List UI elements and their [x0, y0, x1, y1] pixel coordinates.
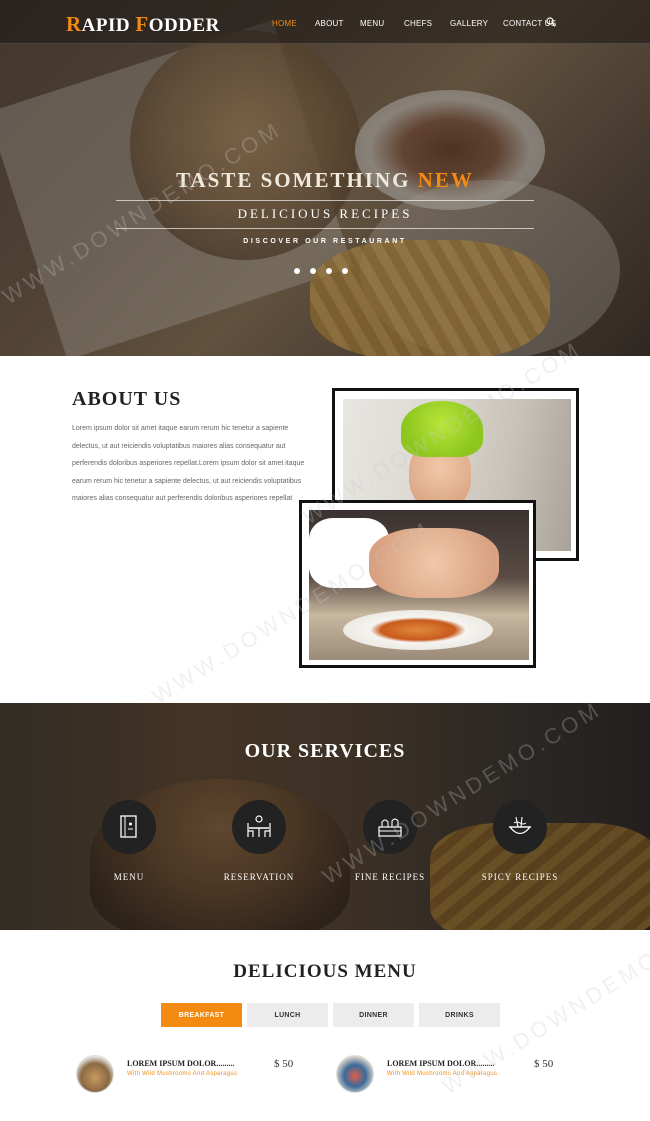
site-logo[interactable]: RAPID FODDER	[66, 12, 220, 37]
plating-photo	[309, 510, 529, 660]
nav-gallery[interactable]: GALLERY	[450, 19, 488, 28]
noodle-bowl-icon	[508, 816, 532, 835]
tab-dinner[interactable]: DINNER	[333, 1003, 414, 1027]
slider-dot[interactable]	[294, 268, 300, 274]
chef-hands	[369, 528, 499, 598]
nav-about[interactable]: ABOUT	[315, 19, 344, 28]
service-label: FINE RECIPES	[354, 872, 426, 882]
service-label: SPICY RECIPES	[481, 872, 559, 882]
reservation-table-icon	[247, 815, 271, 837]
hero-tagline: DISCOVER OUR RESTAURANT	[243, 238, 407, 245]
menu-item[interactable]: LOREM IPSUM DOLOR......... With Wild Mus…	[336, 1053, 566, 1097]
menu-title: DELICIOUS MENU	[233, 961, 417, 982]
search-icon[interactable]	[546, 17, 556, 27]
tab-lunch[interactable]: LUNCH	[247, 1003, 328, 1027]
service-fine-recipes[interactable]: FINE RECIPES	[340, 800, 440, 882]
slider-dot[interactable]	[310, 268, 316, 274]
dish-price: $ 50	[534, 1058, 554, 1070]
tab-breakfast[interactable]: BREAKFAST	[161, 1003, 242, 1027]
menu-tabs: BREAKFAST LUNCH DINNER DRINKS	[161, 1003, 500, 1027]
service-icon-circle	[232, 800, 286, 854]
about-line: maiores alias consequatur aut perferendi…	[72, 495, 293, 502]
slider-dot[interactable]	[326, 268, 332, 274]
service-spicy-recipes[interactable]: SPICY RECIPES	[470, 800, 570, 882]
service-icon-circle	[102, 800, 156, 854]
hero-title-main: TASTE SOMETHING	[176, 168, 418, 192]
hero-title: TASTE SOMETHING NEW	[0, 168, 650, 193]
hero-title-accent: NEW	[417, 168, 474, 192]
service-label: RESERVATION	[223, 872, 295, 882]
hero-divider-top	[116, 200, 534, 201]
about-line: Lorem ipsum dolor sit amet itaque earum …	[72, 425, 289, 432]
logo-word-fodder: ODDER	[148, 15, 220, 36]
dish-description: With Wild Mushrooms And Asparagus	[387, 1071, 498, 1077]
services-section: OUR SERVICES MENU RESERVATION FINE RECIP…	[0, 703, 650, 930]
hero-divider-bottom	[116, 228, 534, 229]
slider-dot[interactable]	[342, 268, 348, 274]
service-menu[interactable]: MENU	[79, 800, 179, 882]
dish-name: LOREM IPSUM DOLOR.........	[387, 1059, 495, 1068]
about-line: earum rerum hic tenetur a sapiente delec…	[72, 477, 302, 485]
service-reservation[interactable]: RESERVATION	[209, 800, 309, 882]
dish-thumbnail	[76, 1055, 114, 1093]
services-title: OUR SERVICES	[244, 740, 406, 762]
logo-word-rapid: APID	[81, 15, 136, 36]
about-title: ABOUT US	[72, 388, 182, 410]
hero-section: RAPID FODDER HOME ABOUT MENU CHEFS GALLE…	[0, 0, 650, 356]
nav-home[interactable]: HOME	[272, 19, 297, 28]
slider-dots	[294, 268, 348, 274]
about-line: delectus, ut aut reiciendis voluptatibus…	[72, 442, 286, 450]
tab-drinks[interactable]: DRINKS	[419, 1003, 500, 1027]
dish-name: LOREM IPSUM DOLOR.........	[127, 1059, 235, 1068]
chef-hat	[401, 401, 483, 457]
about-paragraph: Lorem ipsum dolor sit amet itaque earum …	[72, 420, 322, 508]
service-icon-circle	[363, 800, 417, 854]
food-plate	[343, 610, 493, 650]
fine-recipes-icon	[378, 818, 402, 837]
nav-chefs[interactable]: CHEFS	[404, 19, 432, 28]
about-line: perferendis doloribus asperiores repella…	[72, 460, 305, 467]
nav-menu[interactable]: MENU	[360, 19, 384, 28]
dish-price: $ 50	[274, 1058, 294, 1070]
dish-description: With Wild Mushrooms And Asparagus	[127, 1071, 238, 1077]
service-icon-circle	[493, 800, 547, 854]
logo-letter-r: R	[66, 12, 82, 36]
service-label: MENU	[113, 872, 145, 882]
menu-item[interactable]: LOREM IPSUM DOLOR......... With Wild Mus…	[76, 1053, 306, 1097]
plating-photo-frame	[299, 500, 536, 668]
menu-book-icon	[120, 815, 137, 838]
dish-thumbnail	[336, 1055, 374, 1093]
logo-letter-f: F	[135, 12, 149, 36]
hero-subtitle: DELICIOUS RECIPES	[237, 206, 413, 221]
top-navbar: RAPID FODDER HOME ABOUT MENU CHEFS GALLE…	[0, 0, 650, 44]
